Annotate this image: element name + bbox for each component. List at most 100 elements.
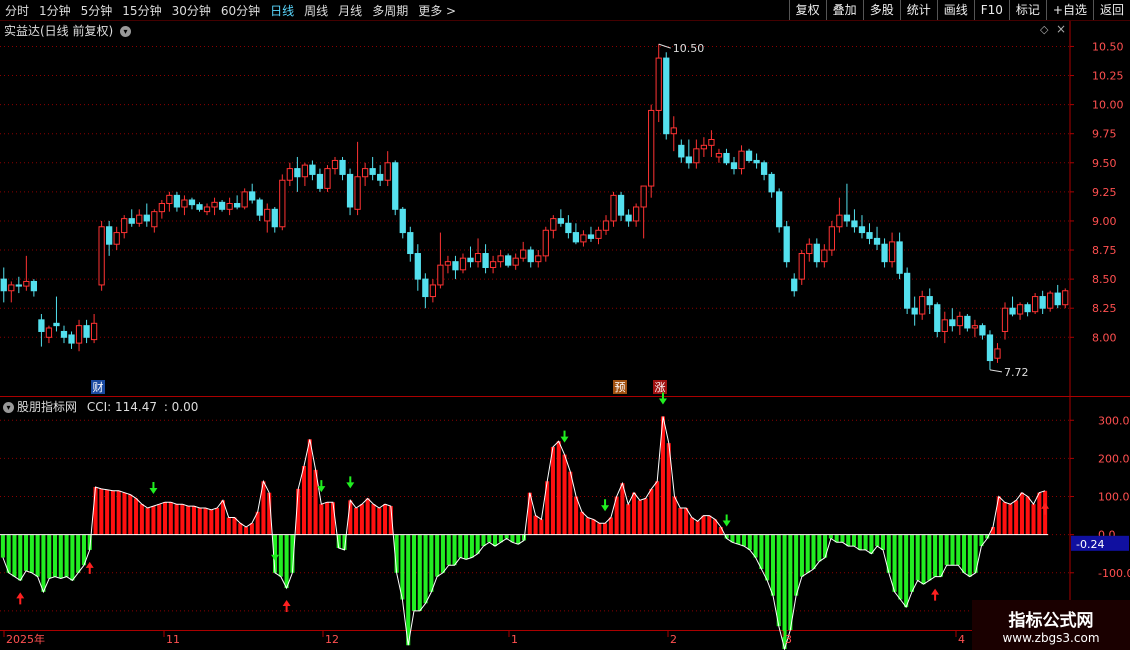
cci-bar (967, 534, 972, 577)
cci-bar (139, 504, 144, 535)
cci-bar (6, 534, 11, 573)
price-tick-label: 10.25 (1092, 70, 1124, 83)
cci-bar (284, 534, 289, 589)
candle-body (896, 241, 903, 274)
candle-body (294, 168, 301, 178)
cci-bar (162, 502, 168, 535)
candle-body (986, 334, 994, 362)
candle-body (888, 241, 896, 263)
cci-bar (134, 498, 139, 535)
candle-body (173, 194, 181, 208)
cci-bar (191, 506, 196, 535)
sell-arrow-icon (658, 392, 667, 405)
cci-bar (371, 504, 376, 535)
candle-body (196, 204, 203, 210)
cci-bar (174, 504, 179, 535)
candle-body (753, 159, 760, 164)
candle-body (361, 168, 369, 178)
cci-bar (620, 483, 625, 535)
cci-bar (550, 446, 555, 535)
cci-bar (689, 517, 694, 535)
cci-bar (863, 534, 868, 550)
candle-body (121, 218, 128, 234)
candle-body (459, 257, 467, 271)
cci-bar (52, 534, 58, 577)
candle-body (1024, 304, 1031, 313)
candle-body (640, 185, 647, 208)
candle-body (535, 255, 542, 263)
cci-bar (209, 509, 214, 535)
cci-bar (880, 534, 886, 550)
cci-bar (70, 534, 75, 581)
candle-body (1062, 290, 1069, 306)
candle-body (580, 234, 587, 243)
cci-bar (417, 534, 422, 611)
time-tick-label: 1 (511, 633, 518, 646)
price-tick-label: 9.25 (1092, 186, 1117, 199)
cci-tick-label: 300.0 (1098, 414, 1130, 427)
cci-bar (18, 534, 23, 581)
chart-canvas[interactable]: 8.00 8.25 8.50 8.75 9.00 9.25 9.50 9.75 10.00 10.… (0, 0, 1130, 650)
candle-body (489, 261, 497, 268)
price-tick-label: 9.75 (1092, 128, 1117, 141)
cci-bar (446, 534, 451, 566)
cci-bar (852, 534, 857, 547)
candle-body (655, 57, 662, 111)
cci-bar (99, 488, 104, 535)
cci-bar (325, 502, 330, 535)
candle-body (760, 162, 768, 175)
cci-bar (956, 534, 961, 566)
cci-bar (238, 523, 243, 535)
badge-label: 涨 (655, 381, 666, 394)
buy-arrow-icon (85, 561, 94, 574)
cci-bar (626, 504, 631, 535)
candle-body (836, 214, 843, 228)
sell-arrow-icon (346, 476, 355, 489)
candle-body (587, 234, 595, 239)
candle-body (595, 229, 602, 239)
cci-bar (840, 534, 845, 543)
cci-bar (110, 490, 115, 535)
cci-bar (348, 500, 353, 535)
cci-bar (151, 506, 156, 535)
cci-bar (643, 498, 648, 535)
cci-bar (562, 454, 567, 535)
cci-bar (805, 534, 810, 573)
cci-bar (765, 534, 770, 581)
candle-body (851, 220, 858, 228)
candle-body (678, 144, 685, 158)
buy-arrow-icon (282, 600, 291, 613)
cci-bar (464, 534, 469, 560)
candle-body (467, 257, 474, 263)
cci-bar (817, 534, 822, 562)
candle-body (143, 214, 150, 222)
candle-body (264, 208, 271, 222)
cci-bar (568, 471, 573, 535)
candle-body (1001, 307, 1009, 332)
cci-bar (811, 534, 816, 569)
candle-body (565, 222, 572, 234)
cci-bar (707, 515, 712, 535)
candle-body (783, 226, 790, 263)
candle-body (505, 255, 512, 266)
low-marker (989, 369, 1003, 373)
cci-bar (330, 502, 335, 535)
candle-body (316, 173, 324, 189)
cci-bar (695, 521, 700, 535)
cci-bar (718, 527, 723, 535)
candle-body (617, 194, 625, 216)
cci-bar (794, 534, 799, 596)
candle-body (791, 278, 798, 292)
cci-bar (481, 534, 486, 547)
cci-bar (857, 534, 862, 550)
candle-body (941, 319, 948, 332)
candle-body (994, 348, 1001, 359)
cci-bar (585, 517, 590, 535)
buy-arrow-icon (1041, 502, 1050, 515)
cci-bar (556, 441, 561, 535)
time-tick-label: 2 (670, 633, 677, 646)
candle-body (685, 156, 692, 164)
cci-bar (933, 534, 938, 577)
cci-bar (875, 534, 880, 547)
candle-body (700, 144, 708, 150)
